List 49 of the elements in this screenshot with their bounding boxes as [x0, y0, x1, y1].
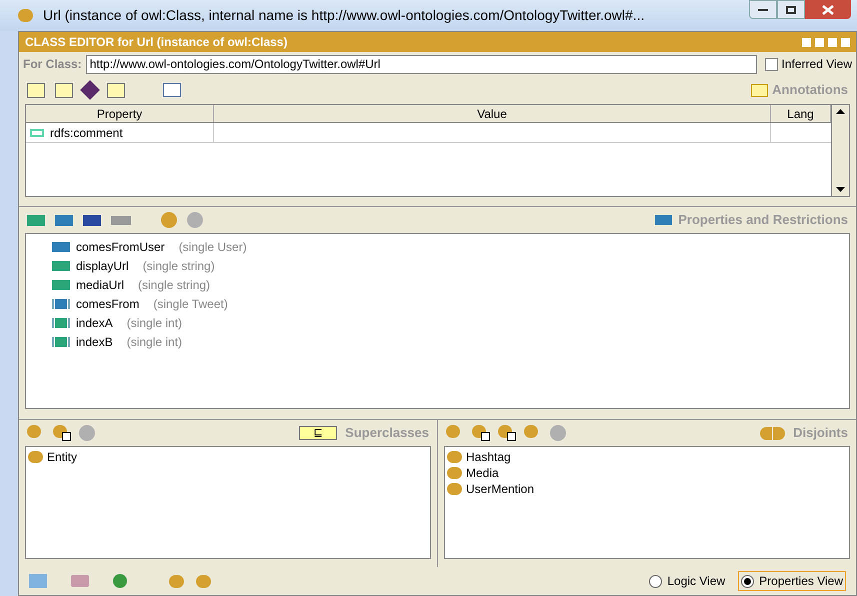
- table-cell: rdfs:comment: [26, 123, 214, 142]
- property-name[interactable]: comesFromUser: [76, 238, 165, 256]
- note-icon: [751, 84, 768, 96]
- view-radio[interactable]: Logic View: [646, 571, 728, 591]
- class-name[interactable]: UserMention: [466, 480, 534, 498]
- class-url-field[interactable]: http://www.owl-ontologies.com/OntologyTwitter.owl#Url: [86, 54, 757, 74]
- property-detail: (single Tweet): [153, 296, 228, 312]
- section-label: Annotations: [772, 81, 848, 100]
- property-name[interactable]: comesFrom: [76, 294, 140, 312]
- scroll-up-icon[interactable]: [836, 109, 845, 114]
- class-icon: [28, 451, 43, 463]
- minimize-button[interactable]: [749, 0, 777, 19]
- property-detail: (single int): [126, 314, 182, 332]
- property-detail: (single int): [126, 334, 182, 350]
- class-name[interactable]: Hashtag: [466, 448, 511, 466]
- restriction-icon[interactable]: [161, 212, 177, 228]
- property-detail: (single string): [142, 258, 215, 274]
- class-icon: [447, 483, 462, 495]
- property-name[interactable]: indexA: [76, 314, 113, 332]
- section-label: Properties and Restrictions: [678, 211, 848, 230]
- disjoint-icon: [760, 426, 786, 440]
- inferred-checkbox[interactable]: [764, 58, 778, 70]
- subclass-symbol: ⊑: [299, 426, 338, 440]
- property-name[interactable]: indexB: [76, 332, 113, 350]
- scroll-down-icon[interactable]: [836, 187, 845, 192]
- property-detail: (single User): [178, 238, 247, 256]
- maximize-button[interactable]: [777, 0, 805, 19]
- editor-title: CLASS EDITOR for Url (instance of owl:Class): [25, 34, 288, 51]
- property-name[interactable]: displayUrl: [76, 256, 129, 274]
- class-icon: [18, 9, 33, 22]
- class-icon: [447, 467, 462, 479]
- column-header[interactable]: Property: [26, 105, 214, 122]
- view-radio[interactable]: Properties View: [738, 571, 846, 591]
- column-header[interactable]: Value: [214, 105, 771, 122]
- property-detail: (single string): [138, 276, 210, 294]
- class-name[interactable]: Entity: [47, 448, 78, 466]
- field-label: For Class:: [23, 56, 82, 73]
- class-icon: [447, 451, 462, 463]
- property-icon: [30, 128, 44, 136]
- scrollbar[interactable]: [831, 105, 849, 196]
- window-title: Url (instance of owl:Class, internal name is http://www.owl-ontologies.com/OntologyTwitter.owl#...: [43, 6, 644, 25]
- class-name[interactable]: Media: [466, 464, 499, 482]
- section-label: Superclasses: [345, 424, 429, 442]
- property-name[interactable]: mediaUrl: [76, 276, 124, 294]
- section-label: Disjoints: [793, 424, 848, 442]
- property-icon: [655, 215, 672, 225]
- checkbox-label: Inferred View: [782, 56, 852, 73]
- close-button[interactable]: [805, 0, 851, 19]
- close-icon: [822, 4, 834, 14]
